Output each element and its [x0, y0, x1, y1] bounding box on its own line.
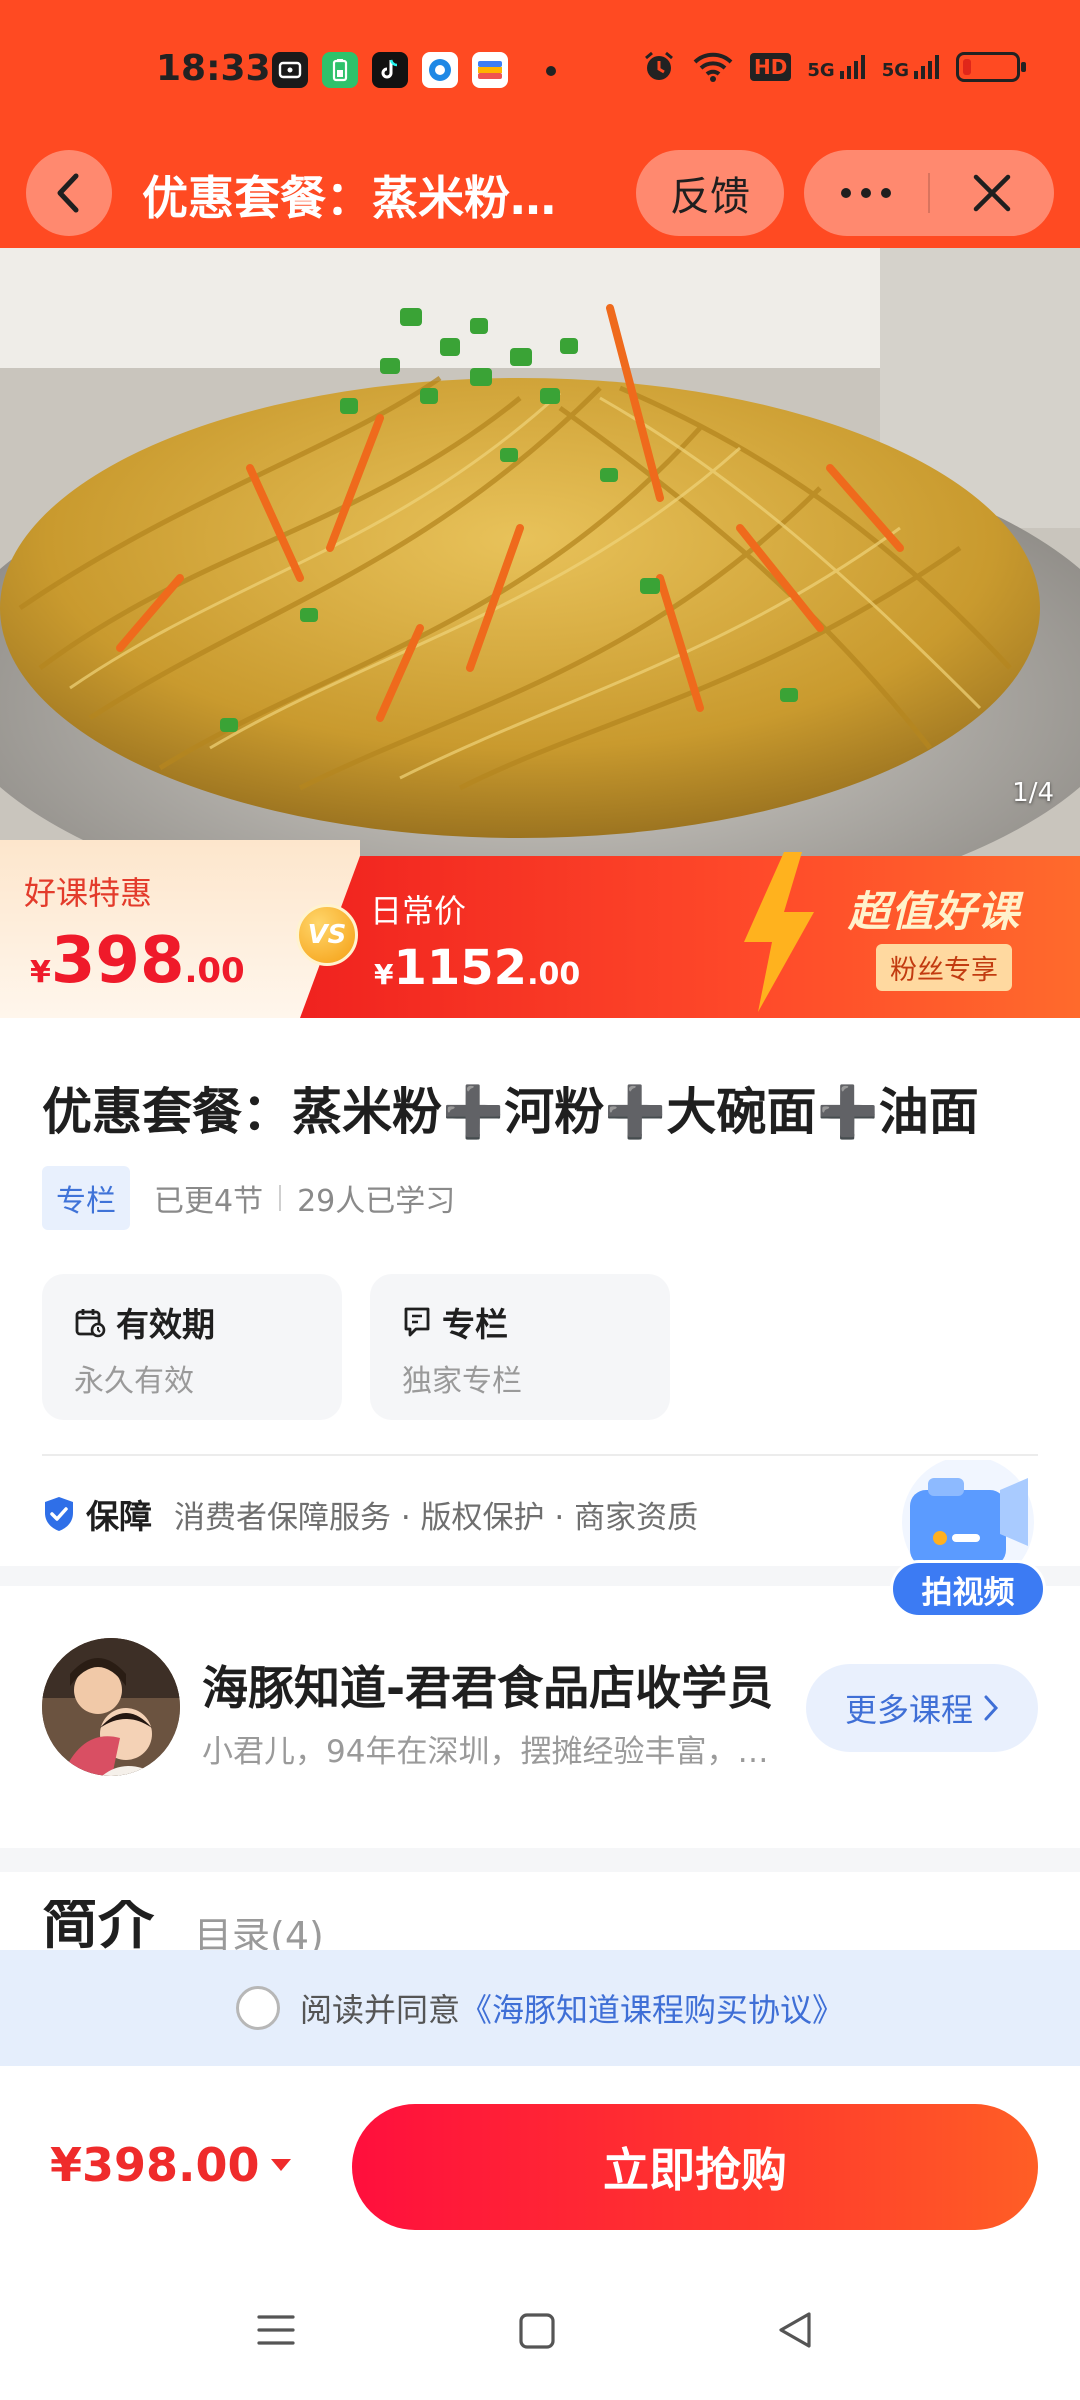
agreement-link[interactable]: 《海豚知道课程购买协议》 — [460, 1985, 844, 2031]
validity-label: 有效期 — [116, 1305, 215, 1344]
column-card: 专栏 独家专栏 — [370, 1274, 670, 1420]
more-courses-label: 更多课程 — [844, 1691, 973, 1729]
status-system-icons: HD 5G 5G — [642, 50, 1026, 84]
menu-lines-icon[interactable] — [256, 2310, 296, 2350]
noodles-cover-image — [0, 248, 1080, 856]
signal-5g-icon: 5G — [807, 53, 865, 81]
purchase-bar: ¥398.00 立即抢购 — [0, 2066, 1080, 2266]
lightning-icon — [744, 852, 814, 1012]
battery-low-icon — [956, 52, 1026, 82]
mini-program-capsule — [804, 150, 1054, 236]
teacher-name[interactable]: 海豚知道-君君食品店收学员 — [202, 1652, 773, 1718]
agreement-checkbox[interactable] — [235, 1986, 280, 2030]
home-square-icon[interactable] — [518, 2312, 556, 2350]
top-nav-bar: 优惠套餐：蒸米粉➕河粉➕大碗面➕油面 反馈 — [0, 148, 1080, 248]
close-icon — [973, 174, 1011, 212]
column-label: 专栏 — [442, 1305, 508, 1344]
close-button[interactable] — [930, 150, 1054, 236]
regular-price-label: 日常价 — [370, 892, 467, 930]
back-triangle-icon[interactable] — [776, 2310, 814, 2350]
hd-icon: HD — [750, 53, 792, 81]
learner-count: 29人已学习 — [297, 1184, 456, 1219]
battery-saver-icon — [322, 52, 358, 88]
price-selector[interactable]: ¥398.00 — [50, 2138, 292, 2192]
course-type-tag: 专栏 — [42, 1166, 130, 1230]
validity-card: 有效期 永久有效 — [42, 1274, 342, 1420]
guarantee-label: 保障 — [86, 1497, 152, 1536]
status-notification-icons — [272, 52, 508, 88]
purchase-agreement-bar: 阅读并同意 《海豚知道课程购买协议》 — [0, 1950, 1080, 2066]
validity-value: 永久有效 — [74, 1364, 194, 1399]
image-counter: 1/4 — [1012, 778, 1054, 808]
fans-only-tag: 粉丝专享 — [876, 944, 1012, 991]
tiktok-icon — [372, 52, 408, 88]
agreement-prefix: 阅读并同意 — [299, 1991, 460, 2029]
course-title: 优惠套餐：蒸米粉➕河粉➕大碗面➕油面 — [42, 1083, 979, 1141]
value-course-badge: 超值好课 — [848, 887, 1021, 936]
more-dots-icon — [841, 188, 891, 198]
status-more-dot — [546, 66, 556, 76]
guarantee-items: 消费者保障服务 · 版权保护 · 商家资质 — [174, 1499, 699, 1536]
meta-divider — [279, 1185, 282, 1211]
wallet-icon — [472, 52, 508, 88]
nav-title: 优惠套餐：蒸米粉➕河粉➕大碗面➕油面 — [142, 171, 602, 225]
browser-icon — [422, 52, 458, 88]
bookmark-icon — [404, 1307, 430, 1337]
promo-price: ¥398.00 — [30, 924, 245, 998]
chevron-right-icon — [984, 1695, 999, 1721]
teacher-description: 小君儿，94年在深圳，摆摊经验丰富，… — [202, 1734, 769, 1770]
vs-badge: VS — [296, 904, 358, 966]
course-cover-carousel[interactable]: 1/4 — [0, 248, 1080, 856]
guarantee-row[interactable]: 保障 消费者保障服务 · 版权保护 · 商家资质 — [42, 1490, 698, 1538]
shield-check-icon — [45, 1497, 73, 1531]
promo-label: 好课特惠 — [24, 874, 153, 912]
feedback-button[interactable]: 反馈 — [636, 150, 784, 236]
update-count: 已更4节 — [154, 1184, 264, 1219]
teacher-avatar[interactable] — [42, 1638, 180, 1776]
section-divider — [42, 1454, 1038, 1456]
back-button[interactable] — [26, 150, 112, 236]
caret-down-icon — [270, 2159, 291, 2171]
status-bar: 18:33 HD 5G 5G — [0, 0, 1080, 148]
screen-record-icon — [272, 52, 308, 88]
section-gap — [0, 1848, 1080, 1872]
calendar-icon — [75, 1309, 106, 1338]
alarm-icon — [645, 51, 673, 80]
wifi-icon — [693, 52, 733, 82]
course-meta: 专栏 已更4节 29人已学习 — [42, 1166, 455, 1230]
buy-now-button[interactable]: 立即抢购 — [352, 2104, 1038, 2230]
system-navigation-bar — [0, 2266, 1080, 2400]
back-arrow-icon — [57, 173, 79, 213]
shoot-video-label: 拍视频 — [890, 1560, 1046, 1618]
regular-price: ¥1152.00 — [374, 940, 581, 996]
bottom-price: ¥398.00 — [50, 2138, 260, 2192]
column-value: 独家专栏 — [402, 1364, 522, 1399]
more-button[interactable] — [804, 150, 928, 236]
signal-5g-icon: 5G — [882, 53, 940, 81]
status-time: 18:33 — [156, 48, 271, 89]
more-courses-button[interactable]: 更多课程 — [806, 1664, 1038, 1752]
shoot-video-button[interactable]: 拍视频 — [888, 1460, 1048, 1630]
course-info-cards: 有效期 永久有效 专栏 独家专栏 — [42, 1274, 670, 1420]
